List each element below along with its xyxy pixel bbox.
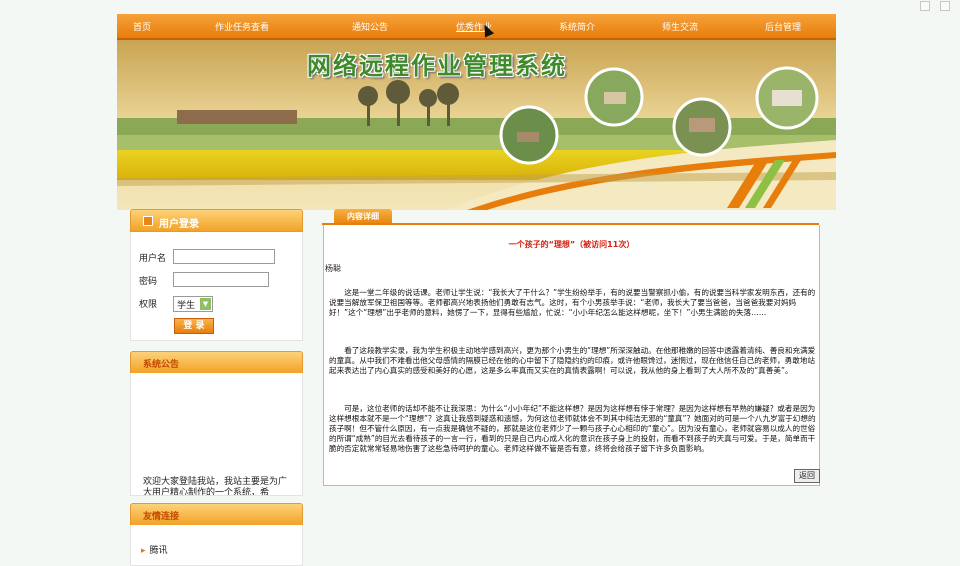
article-paragraph: 可是，这位老师的话却不能不让我深思：为什么“小小年纪”不能这样想？是因为这样想有… xyxy=(329,404,816,453)
role-label: 权限 xyxy=(139,300,158,310)
nav-home[interactable]: 首页 xyxy=(133,20,151,33)
nav-admin[interactable]: 后台管理 xyxy=(765,20,801,33)
notice-text: 欢迎大家登陆我站，我站主要是为广大用户精心制作的一个系统，希 xyxy=(143,477,288,496)
article-panel: 一个孩子的“理想”（被访问11次） 杨聪 这是一堂二年级的说话课。老师让学生说：… xyxy=(323,225,820,486)
nav-system-intro[interactable]: 系统简介 xyxy=(559,20,595,33)
notice-title: 系统公告 xyxy=(143,360,180,370)
window-strip xyxy=(0,0,960,14)
notice-panel-header: 系统公告 xyxy=(130,351,303,374)
close-icon[interactable] xyxy=(940,1,950,11)
links-title: 友情连接 xyxy=(143,512,180,522)
nav-notices[interactable]: 通知公告 xyxy=(352,20,388,33)
site-title: 网络远程作业管理系统 xyxy=(307,51,567,80)
password-label: 密码 xyxy=(139,277,158,287)
nav-homework-tasks[interactable]: 作业任务查看 xyxy=(215,20,269,33)
username-label: 用户名 xyxy=(139,254,167,264)
article-paragraph: 这是一堂二年级的说话课。老师让学生说：“我长大了干什么？”学生纷纷举手，有的说要… xyxy=(329,288,816,317)
bullet-icon: ▸ xyxy=(141,546,146,556)
notice-panel: 欢迎大家登陆我站，我站主要是为广大用户精心制作的一个系统，希 xyxy=(130,373,303,496)
role-select-value: 学生 xyxy=(177,301,196,311)
login-box-icon xyxy=(143,216,153,226)
main-nav: 首页 作业任务查看 通知公告 优秀作业 系统简介 师生交流 后台管理 xyxy=(117,14,836,40)
login-panel-header: 用户登录 xyxy=(130,209,303,232)
links-panel-header: 友情连接 xyxy=(130,503,303,526)
password-input[interactable] xyxy=(173,272,269,287)
back-button[interactable]: 返回 xyxy=(794,469,820,483)
nav-teacher-student[interactable]: 师生交流 xyxy=(662,20,698,33)
minimize-icon[interactable] xyxy=(920,1,930,11)
link-label: 腾讯 xyxy=(149,546,168,556)
links-panel: ▸ 腾讯 xyxy=(130,525,303,566)
role-select[interactable]: 学生 ▼ xyxy=(173,296,213,312)
tab-content-detail[interactable]: 内容详细 xyxy=(334,209,392,223)
banner: 网络远程作业管理系统 xyxy=(117,40,836,210)
article-author: 杨聪 xyxy=(325,264,341,273)
login-button[interactable]: 登 录 xyxy=(174,318,214,334)
link-item[interactable]: ▸ 腾讯 xyxy=(141,543,168,556)
login-title: 用户登录 xyxy=(159,219,199,230)
article-title: 一个孩子的“理想”（被访问11次） xyxy=(508,240,635,249)
article-paragraph: 看了这段教学实录，我为学生积极主动地学感到高兴，更为那个小男生的“理想”所深深触… xyxy=(329,346,816,375)
username-input[interactable] xyxy=(173,249,275,264)
login-form: 用户名 密码 权限 学生 ▼ 登 录 xyxy=(130,232,303,341)
chevron-down-icon: ▼ xyxy=(200,298,211,310)
